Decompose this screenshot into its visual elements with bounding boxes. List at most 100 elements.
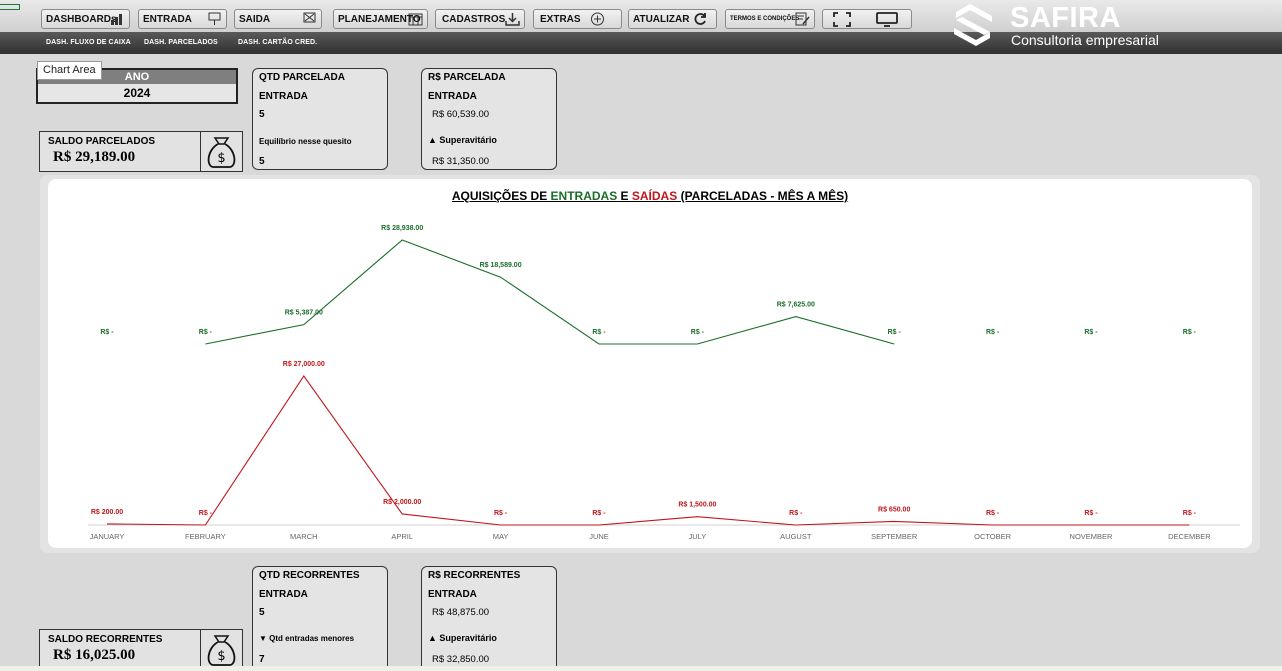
card-status: ▼ Qtd entradas menores xyxy=(259,634,355,643)
series-line-saidas xyxy=(106,375,1190,526)
x-tick-label: AUGUST xyxy=(780,532,812,541)
saida-button-label: SAIDA xyxy=(239,13,271,25)
card-status: Equilíbrio nesse quesito xyxy=(259,137,352,146)
atualizar-button-label: ATUALIZAR xyxy=(633,13,690,25)
chart-area-tooltip: Chart Area xyxy=(37,61,102,80)
rs-parcelada-card: R$ PARCELADA ENTRADA R$ 60,539.00 ▲ Supe… xyxy=(421,68,557,170)
saldo-recorrentes-value: R$ 16,025.00 xyxy=(53,647,136,663)
x-tick-label: JUNE xyxy=(589,532,609,541)
card-value: R$ 60,539.00 xyxy=(432,109,490,120)
card-title: R$ PARCELADA xyxy=(428,72,506,83)
refresh-icon xyxy=(693,12,708,26)
saldo-recorrentes-label: SALDO RECORRENTES xyxy=(48,634,163,645)
status-strip xyxy=(0,666,1282,671)
x-tick-label: JULY xyxy=(689,532,707,541)
card-title: R$ RECORRENTES xyxy=(428,570,521,581)
money-bag-icon: $ xyxy=(200,131,243,172)
extras-button-label: EXTRAS xyxy=(540,13,581,25)
card-title: QTD RECORRENTES xyxy=(259,570,360,581)
year-value: 2024 xyxy=(123,86,151,100)
data-label: R$ 650.00 xyxy=(878,506,910,513)
data-label: R$ - xyxy=(592,510,606,517)
line-chart: JANUARY FEBRUARY MARCH APRIL MAY JUNE JULY AUGU… xyxy=(88,225,1240,541)
download-icon xyxy=(505,12,520,26)
planejamento-button[interactable]: PLANEJAMENTO xyxy=(333,9,428,29)
qtd-recorrentes-card: QTD RECORRENTES ENTRADA 5 ▼ Qtd entradas… xyxy=(252,566,388,671)
subnav-fluxo-caixa[interactable]: DASH. FLUXO DE CAIXA xyxy=(46,39,131,46)
x-tick-label: SEPTEMBER xyxy=(871,532,918,541)
card-subtitle: ENTRADA xyxy=(259,589,308,600)
sign-out-icon xyxy=(302,12,317,26)
subnav-parcelados[interactable]: DASH. PARCELADOS xyxy=(144,39,218,46)
card-status-value: R$ 32,850.00 xyxy=(432,654,490,665)
x-tick-label: FEBRUARY xyxy=(185,532,226,541)
data-label: R$ 5,387.00 xyxy=(285,310,323,317)
data-label: R$ - xyxy=(494,510,508,517)
saldo-recorrentes-box: SALDO RECORRENTES R$ 16,025.00 $ xyxy=(39,629,243,670)
fullscreen-icon[interactable] xyxy=(833,12,851,30)
card-status-value: 5 xyxy=(259,156,265,167)
data-label: R$ - xyxy=(789,510,803,517)
card-subtitle: ENTRADA xyxy=(428,91,477,102)
data-label: R$ 7,625.00 xyxy=(777,302,815,309)
svg-text:$: $ xyxy=(217,649,225,664)
saldo-parcelados-value: R$ 29,189.00 xyxy=(53,149,136,165)
card-status: ▲ Superavitário xyxy=(428,135,497,145)
subnav-cartao-cred[interactable]: DASH. CARTÃO CRED. xyxy=(238,39,317,46)
cell-selection-marker xyxy=(0,4,20,10)
x-tick-label: MARCH xyxy=(290,532,318,541)
saldo-parcelados-label: SALDO PARCELADOS xyxy=(48,136,156,147)
entrada-button[interactable]: ENTRADA xyxy=(138,9,227,29)
data-label: R$ - xyxy=(1183,510,1197,517)
dashboards-button[interactable]: DASHBOARDs xyxy=(41,9,130,29)
card-value: R$ 48,875.00 xyxy=(432,607,490,618)
qtd-parcelada-card: QTD PARCELADA ENTRADA 5 Equilíbrio nesse… xyxy=(252,68,388,170)
data-label: R$ 200.00 xyxy=(91,509,123,516)
plus-circle-icon xyxy=(590,12,605,26)
saida-button[interactable]: SAIDA xyxy=(234,9,322,29)
chart-container: AQUISIÇÕES DE ENTRADAS E SAÍDAS (PARCELA… xyxy=(40,175,1260,553)
series-line-entradas xyxy=(205,239,895,345)
card-status-value: 7 xyxy=(259,654,265,665)
x-tick-label: NOVEMBER xyxy=(1070,532,1114,541)
x-tick-label: JANUARY xyxy=(90,532,125,541)
rs-recorrentes-card: R$ RECORRENTES ENTRADA R$ 48,875.00 ▲ Su… xyxy=(421,566,557,671)
data-label: R$ - xyxy=(986,510,1000,517)
data-label: R$ 28,938.00 xyxy=(381,225,423,232)
svg-text:$: $ xyxy=(217,151,225,166)
termos-button-label: TERMOS E CONDIÇÕES xyxy=(730,16,800,22)
data-label: R$ - xyxy=(199,329,213,336)
termos-button[interactable]: TERMOS E CONDIÇÕES xyxy=(725,9,815,29)
data-label: R$ - xyxy=(100,329,114,336)
safira-logo-icon xyxy=(954,4,992,46)
data-label: R$ - xyxy=(691,329,705,336)
card-status: ▲ Superavitário xyxy=(428,633,497,643)
data-label: R$ - xyxy=(592,329,606,336)
monitor-icon[interactable] xyxy=(876,12,898,30)
data-label: R$ - xyxy=(986,329,1000,336)
brand-subtitle: Consultoria empresarial xyxy=(1011,32,1159,48)
view-controls xyxy=(822,9,912,29)
chart-area[interactable]: AQUISIÇÕES DE ENTRADAS E SAÍDAS (PARCELA… xyxy=(48,179,1252,548)
bar-chart-icon xyxy=(110,12,125,26)
cadastros-button[interactable]: CADASTROS xyxy=(435,9,525,29)
sign-in-icon xyxy=(207,12,222,26)
extras-button[interactable]: EXTRAS xyxy=(533,9,622,29)
data-label: R$ - xyxy=(1084,329,1098,336)
card-value: 5 xyxy=(259,109,265,120)
x-tick-label: OCTOBER xyxy=(974,532,1012,541)
data-label: R$ - xyxy=(199,510,213,517)
document-edit-icon xyxy=(795,12,810,26)
entrada-button-label: ENTRADA xyxy=(143,13,192,25)
card-value: 5 xyxy=(259,607,265,618)
card-subtitle: ENTRADA xyxy=(428,589,477,600)
atualizar-button[interactable]: ATUALIZAR xyxy=(628,9,717,29)
brand-title: SAFIRA xyxy=(1010,2,1121,34)
saldo-parcelados-box: SALDO PARCELADOS R$ 29,189.00 $ xyxy=(39,131,243,172)
calendar-icon xyxy=(408,12,423,26)
dashboards-button-label: DASHBOARDs xyxy=(46,13,117,25)
data-label: R$ 27,000.00 xyxy=(283,361,325,368)
data-label: R$ 2,000.00 xyxy=(383,499,421,506)
data-label: R$ 18,589.00 xyxy=(480,262,522,269)
data-label: R$ - xyxy=(888,329,902,336)
